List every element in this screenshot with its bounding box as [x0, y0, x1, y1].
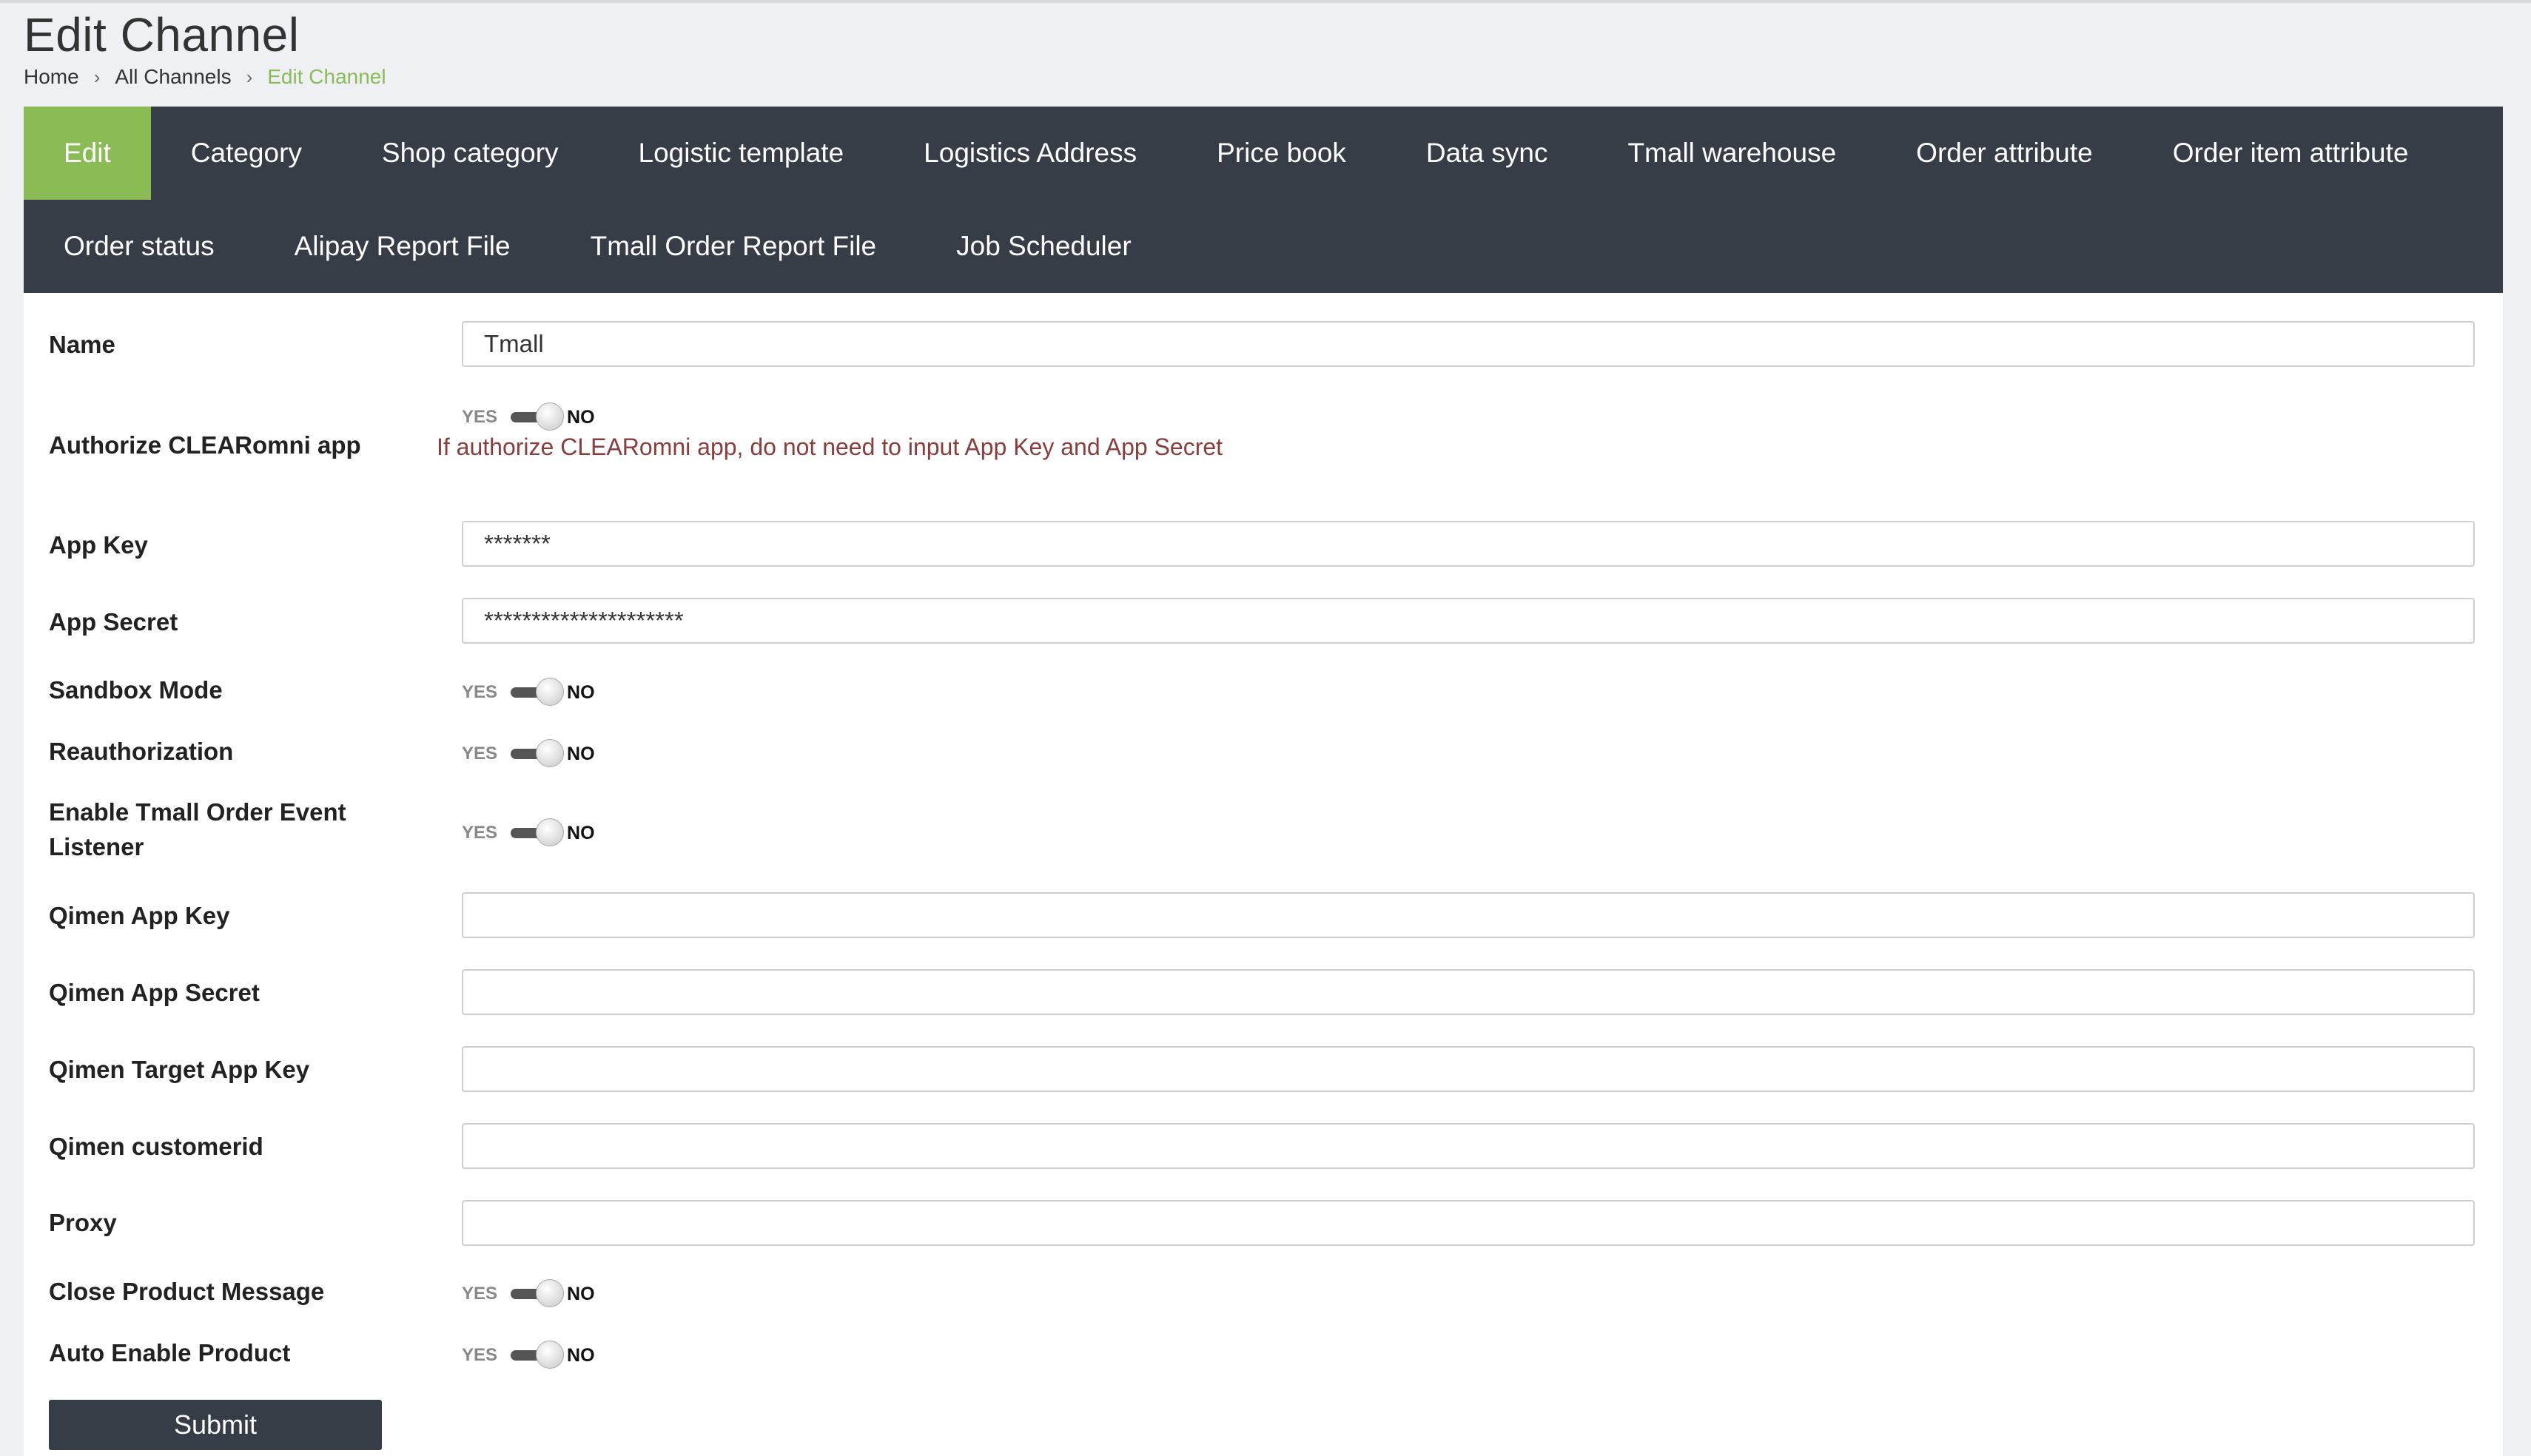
- auto-enable-product-label: Auto Enable Product: [49, 1339, 291, 1366]
- toggle-yes-label: YES: [462, 407, 498, 427]
- breadcrumb: Home › All Channels › Edit Channel: [24, 65, 386, 89]
- tab-row-2: Order status Alipay Report File Tmall Or…: [24, 200, 1172, 293]
- event-listener-label: Enable Tmall Order Event Listener: [49, 795, 346, 864]
- sandbox-mode-toggle[interactable]: YES NO: [462, 678, 595, 707]
- tab-order-attribute[interactable]: Order attribute: [1876, 107, 2133, 200]
- close-product-message-toggle[interactable]: YES NO: [462, 1279, 595, 1309]
- toggle-knob[interactable]: [536, 1341, 565, 1369]
- tab-job-scheduler[interactable]: Job Scheduler: [916, 200, 1172, 293]
- authorize-app-label: Authorize CLEARomni app: [49, 431, 361, 459]
- reauthorization-label: Reauthorization: [49, 738, 234, 765]
- tab-alipay-report-file[interactable]: Alipay Report File: [255, 200, 551, 293]
- tab-tmall-order-report-file[interactable]: Tmall Order Report File: [551, 200, 917, 293]
- chevron-right-icon: ›: [93, 65, 101, 88]
- toggle-yes-label: YES: [462, 1345, 498, 1365]
- toggle-track: [511, 739, 565, 767]
- tab-edit[interactable]: Edit: [24, 107, 151, 200]
- reauthorization-toggle[interactable]: YES NO: [462, 739, 595, 769]
- toggle-yes-label: YES: [462, 1284, 498, 1304]
- toggle-no-label: NO: [567, 822, 595, 843]
- qimen-app-secret-label: Qimen App Secret: [49, 979, 260, 1006]
- app-secret-label: App Secret: [49, 608, 178, 636]
- close-product-message-label: Close Product Message: [49, 1278, 325, 1305]
- tab-tmall-warehouse[interactable]: Tmall warehouse: [1587, 107, 1876, 200]
- proxy-input[interactable]: [462, 1200, 2475, 1246]
- toggle-no-label: NO: [567, 1344, 595, 1366]
- tab-category[interactable]: Category: [151, 107, 342, 200]
- breadcrumb-current: Edit Channel: [267, 65, 386, 88]
- toggle-no-label: NO: [567, 406, 595, 428]
- event-listener-toggle[interactable]: YES NO: [462, 818, 595, 848]
- toggle-track: [511, 1279, 565, 1307]
- toggle-knob[interactable]: [536, 818, 565, 846]
- toggle-track: [511, 818, 565, 846]
- toggle-no-label: NO: [567, 681, 595, 703]
- name-label: Name: [49, 331, 115, 358]
- qimen-target-app-key-label: Qimen Target App Key: [49, 1056, 310, 1083]
- proxy-label: Proxy: [49, 1209, 117, 1236]
- auto-enable-product-toggle[interactable]: YES NO: [462, 1341, 595, 1370]
- app-secret-input[interactable]: [462, 598, 2475, 644]
- app-key-input[interactable]: [462, 521, 2475, 567]
- tab-price-book[interactable]: Price book: [1177, 107, 1386, 200]
- toggle-yes-label: YES: [462, 823, 498, 843]
- tab-logistic-template[interactable]: Logistic template: [599, 107, 884, 200]
- tab-shop-category[interactable]: Shop category: [342, 107, 599, 200]
- edit-channel-form: Name Authorize CLEARomni app YES NO If a…: [24, 293, 2503, 1456]
- tab-order-item-attribute[interactable]: Order item attribute: [2133, 107, 2449, 200]
- page-title: Edit Channel: [24, 8, 300, 61]
- toggle-track: [511, 402, 565, 431]
- qimen-customerid-label: Qimen customerid: [49, 1133, 263, 1160]
- toggle-no-label: NO: [567, 1283, 595, 1304]
- toggle-track: [511, 1341, 565, 1369]
- toggle-yes-label: YES: [462, 744, 498, 764]
- event-listener-label-line1: Enable Tmall Order Event: [49, 798, 346, 826]
- toggle-knob[interactable]: [536, 678, 565, 706]
- authorize-app-toggle[interactable]: YES NO: [462, 402, 595, 432]
- name-input[interactable]: [462, 321, 2475, 367]
- breadcrumb-home[interactable]: Home: [24, 65, 79, 89]
- toggle-knob[interactable]: [536, 739, 565, 767]
- toggle-no-label: NO: [567, 743, 595, 764]
- toggle-knob[interactable]: [536, 402, 565, 431]
- toggle-yes-label: YES: [462, 682, 498, 702]
- qimen-app-secret-input[interactable]: [462, 969, 2475, 1015]
- toggle-track: [511, 678, 565, 706]
- qimen-customerid-input[interactable]: [462, 1123, 2475, 1169]
- tab-data-sync[interactable]: Data sync: [1386, 107, 1588, 200]
- tab-row-1: Edit Category Shop category Logistic tem…: [24, 107, 2448, 200]
- breadcrumb-all-channels[interactable]: All Channels: [115, 65, 231, 89]
- qimen-app-key-label: Qimen App Key: [49, 902, 230, 929]
- top-border: [0, 0, 2531, 3]
- channel-tab-bar: Edit Category Shop category Logistic tem…: [24, 107, 2503, 293]
- qimen-app-key-input[interactable]: [462, 892, 2475, 938]
- sandbox-mode-label: Sandbox Mode: [49, 676, 223, 704]
- tab-order-status[interactable]: Order status: [24, 200, 255, 293]
- chevron-right-icon: ›: [246, 65, 253, 88]
- authorize-hint: If authorize CLEARomni app, do not need …: [437, 434, 1223, 460]
- toggle-knob[interactable]: [536, 1279, 565, 1307]
- submit-button[interactable]: Submit: [49, 1400, 382, 1450]
- qimen-target-app-key-input[interactable]: [462, 1046, 2475, 1092]
- event-listener-label-line2: Listener: [49, 833, 144, 860]
- tab-logistics-address[interactable]: Logistics Address: [884, 107, 1177, 200]
- app-key-label: App Key: [49, 531, 148, 559]
